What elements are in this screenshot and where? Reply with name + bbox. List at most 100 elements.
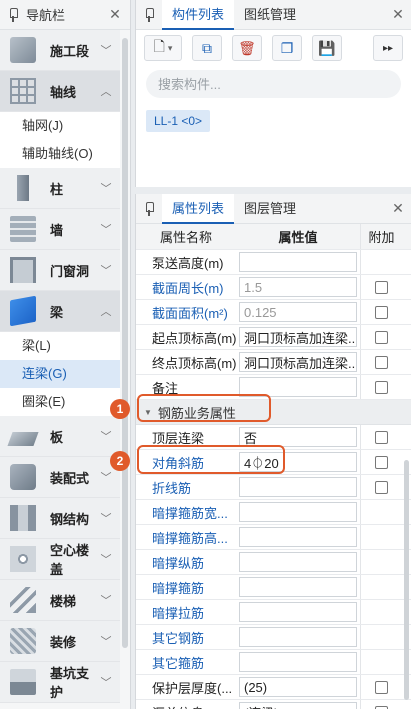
chevron-up-icon[interactable]: ︿: [98, 83, 114, 99]
copy-component-button[interactable]: ⧉: [192, 35, 222, 61]
attach-checkbox[interactable]: [375, 705, 388, 709]
chevron-down-icon[interactable]: ﹀: [98, 428, 114, 444]
chevron-down-icon[interactable]: ﹀: [98, 469, 114, 485]
property-row: 暗撑拉筋: [136, 600, 411, 625]
close-icon[interactable]: ✕: [391, 200, 405, 217]
nav-category[interactable]: 钢结构 ﹀: [0, 498, 120, 539]
property-scrollbar[interactable]: [404, 460, 409, 700]
property-value-input[interactable]: [239, 477, 357, 497]
tab-component-list[interactable]: 构件列表: [162, 0, 235, 30]
new-component-button[interactable]: 🗋 ▾: [144, 35, 182, 61]
chevron-down-icon[interactable]: ﹀: [98, 551, 114, 567]
property-value-input[interactable]: 1.5: [239, 277, 357, 297]
property-value-input[interactable]: 否: [239, 427, 357, 447]
property-value-input[interactable]: [239, 602, 357, 622]
chevron-up-icon[interactable]: ︿: [98, 303, 114, 319]
nav-category[interactable]: 梁 ︿: [0, 291, 120, 332]
nav-category[interactable]: 门窗洞 ﹀: [0, 250, 120, 291]
chevron-down-icon[interactable]: ﹀: [98, 262, 114, 278]
property-value-input[interactable]: 洞口顶标高加连梁...: [239, 327, 357, 347]
nav-category[interactable]: 装配式 ﹀: [0, 457, 120, 498]
pin-icon[interactable]: [8, 7, 18, 22]
attach-checkbox[interactable]: [375, 330, 388, 344]
delete-component-button[interactable]: 🗑: [232, 35, 262, 61]
save-component-button[interactable]: 💾: [312, 35, 342, 61]
attach-checkbox[interactable]: [375, 430, 388, 444]
property-value-input[interactable]: [239, 577, 357, 597]
attach-cell: [360, 350, 402, 374]
attach-checkbox[interactable]: [375, 355, 388, 369]
annotation-badge-2: 2: [110, 451, 130, 471]
nav-category-label: 墙: [50, 222, 64, 238]
nav-subitem[interactable]: 圈梁(E): [0, 388, 120, 416]
nav-category[interactable]: 基坑支护 ﹀: [0, 662, 120, 703]
chevron-down-icon[interactable]: ﹀: [98, 221, 114, 237]
pin-icon[interactable]: [144, 201, 154, 216]
nav-subitem[interactable]: 连梁(G): [0, 360, 120, 388]
attach-checkbox[interactable]: [375, 480, 388, 494]
door-window-icon: [10, 257, 36, 283]
property-value-input[interactable]: [239, 502, 357, 522]
property-value-cell: 1.5: [236, 275, 360, 299]
property-value-input[interactable]: [239, 527, 357, 547]
nav-category[interactable]: 柱 ﹀: [0, 168, 120, 209]
chevron-down-icon[interactable]: ﹀: [98, 180, 114, 196]
pit-support-icon: [10, 669, 36, 695]
nav-category[interactable]: 板 ﹀: [0, 416, 120, 457]
property-row: 保护层厚度(... (25): [136, 675, 411, 700]
pin-icon[interactable]: [144, 7, 154, 22]
property-name: 截面面积(m²): [152, 305, 228, 321]
nav-subitem[interactable]: 轴网(J): [0, 112, 120, 140]
attach-checkbox[interactable]: [375, 305, 388, 319]
property-value-input[interactable]: [239, 652, 357, 672]
nav-category[interactable]: 装修 ﹀: [0, 621, 120, 662]
property-name: 其它箍筋: [152, 655, 205, 671]
attach-cell: [360, 325, 402, 349]
close-icon[interactable]: ✕: [391, 6, 405, 23]
nav-subitem[interactable]: 辅助轴线(O): [0, 140, 120, 168]
attach-checkbox[interactable]: [375, 280, 388, 294]
property-value-input[interactable]: [239, 552, 357, 572]
property-value-input[interactable]: 0.125: [239, 302, 357, 322]
chevron-down-icon[interactable]: ﹀: [98, 592, 114, 608]
attach-checkbox[interactable]: [375, 455, 388, 469]
more-button[interactable]: ▸▸: [373, 35, 403, 61]
attach-cell: [360, 450, 402, 474]
property-value-input[interactable]: (25): [239, 677, 357, 697]
tab-drawing-management[interactable]: 图纸管理: [234, 0, 306, 30]
property-value-cell: [236, 600, 360, 624]
nav-category[interactable]: 楼梯 ﹀: [0, 580, 120, 621]
chevron-down-icon[interactable]: ﹀: [98, 42, 114, 58]
property-value-cell: [236, 525, 360, 549]
nav-category[interactable]: 墙 ﹀: [0, 209, 120, 250]
chevron-down-icon[interactable]: ﹀: [98, 674, 114, 690]
nav-category[interactable]: 空心楼盖 ﹀: [0, 539, 120, 580]
nav-category-label: 装配式: [50, 470, 90, 486]
nav-category[interactable]: 施工段 ﹀: [0, 30, 120, 71]
double-chevron-right-icon: ▸▸: [382, 42, 394, 54]
tab-layer-management[interactable]: 图层管理: [234, 194, 306, 224]
component-item[interactable]: LL-1 <0>: [146, 110, 211, 132]
property-value-cell: [236, 550, 360, 574]
property-value-input[interactable]: (连梁): [239, 702, 357, 709]
nav-subitem[interactable]: 梁(L): [0, 332, 120, 360]
nav-scrollbar[interactable]: [122, 38, 128, 648]
tab-property-list[interactable]: 属性列表: [162, 193, 235, 224]
search-input[interactable]: [158, 76, 389, 92]
nav-category[interactable]: 轴线 ︿: [0, 71, 120, 112]
attach-checkbox[interactable]: [375, 380, 388, 394]
prefab-icon: [10, 464, 36, 490]
property-value-input[interactable]: 洞口顶标高加连梁...: [239, 352, 357, 372]
property-value-cell: [236, 250, 360, 274]
property-value-cell: [236, 500, 360, 524]
close-icon[interactable]: ✕: [108, 6, 122, 23]
property-name: 暗撑箍筋: [152, 580, 205, 596]
duplicate-layer-button[interactable]: ❐: [272, 35, 302, 61]
chevron-down-icon[interactable]: ﹀: [98, 633, 114, 649]
property-row: 暗撑箍筋高...: [136, 525, 411, 550]
property-value-input[interactable]: [239, 252, 357, 272]
attach-checkbox[interactable]: [375, 680, 388, 694]
property-value-input[interactable]: [239, 627, 357, 647]
property-row: 泵送高度(m): [136, 250, 411, 275]
chevron-down-icon[interactable]: ﹀: [98, 510, 114, 526]
